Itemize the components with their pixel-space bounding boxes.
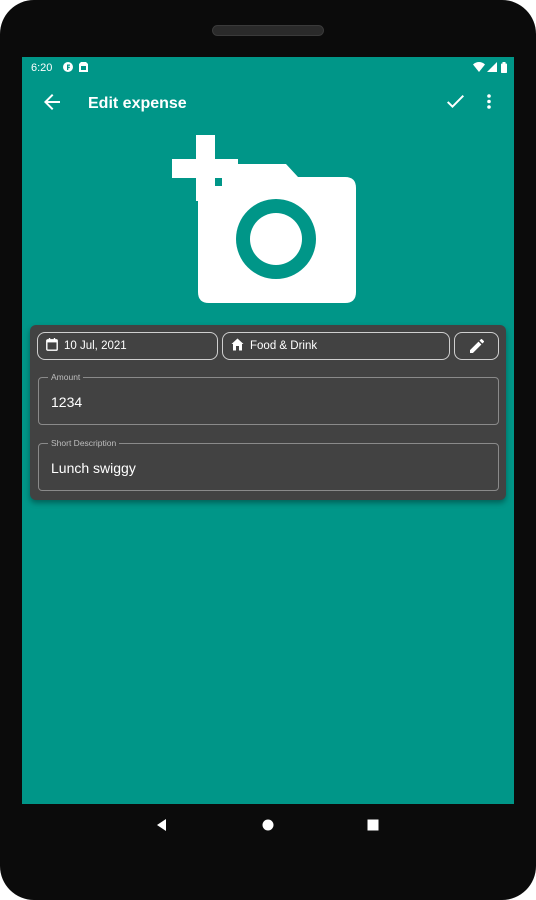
status-bar: 6:20 — [22, 57, 514, 79]
pencil-icon — [469, 339, 484, 353]
add-a-photo-icon — [172, 135, 358, 309]
category-chip[interactable]: Food & Drink — [222, 332, 450, 360]
calendar-icon — [38, 338, 64, 354]
device-speaker — [212, 25, 324, 36]
check-icon — [446, 95, 464, 113]
amount-input[interactable]: 1234 — [51, 394, 82, 410]
status-time: 6:20 — [31, 62, 53, 74]
edit-category-button[interactable] — [454, 332, 499, 360]
overflow-menu-button[interactable] — [475, 90, 503, 118]
more-vert-icon — [487, 94, 491, 114]
signal-icon — [487, 62, 497, 75]
nav-recents-button[interactable] — [366, 818, 380, 837]
category-chip-label: Food & Drink — [250, 340, 318, 352]
wifi-icon — [473, 62, 485, 75]
amount-label: Amount — [48, 372, 84, 383]
save-button[interactable] — [441, 90, 469, 118]
date-chip-label: 10 Jul, 2021 — [64, 340, 127, 352]
home-icon — [223, 338, 250, 354]
device-frame: 6:20 Edit expense 10 Jul, 2021 Food & Dr… — [0, 0, 536, 900]
description-input[interactable]: Lunch swiggy — [51, 460, 136, 476]
amount-field[interactable]: Amount 1234 — [38, 372, 499, 425]
back-button[interactable] — [38, 90, 66, 118]
notification-f-icon — [63, 62, 73, 75]
nav-home-button[interactable] — [261, 818, 275, 837]
description-field[interactable]: Short Description Lunch swiggy — [38, 438, 499, 491]
home-circle-icon — [261, 819, 275, 836]
arrow-back-icon — [44, 93, 60, 115]
app-bar: Edit expense — [22, 79, 514, 129]
expense-form-card: 10 Jul, 2021 Food & Drink Amount 1234 Sh… — [30, 325, 506, 500]
add-photo-button[interactable] — [172, 135, 358, 305]
nav-back-button[interactable] — [155, 818, 169, 837]
description-label: Short Description — [48, 438, 120, 449]
battery-icon — [501, 62, 507, 76]
date-chip[interactable]: 10 Jul, 2021 — [37, 332, 218, 360]
app-screen: 6:20 Edit expense 10 Jul, 2021 Food & Dr… — [22, 57, 514, 804]
back-triangle-icon — [155, 819, 169, 836]
page-title: Edit expense — [88, 95, 187, 112]
recents-square-icon — [366, 819, 380, 836]
sim-icon — [79, 62, 88, 75]
